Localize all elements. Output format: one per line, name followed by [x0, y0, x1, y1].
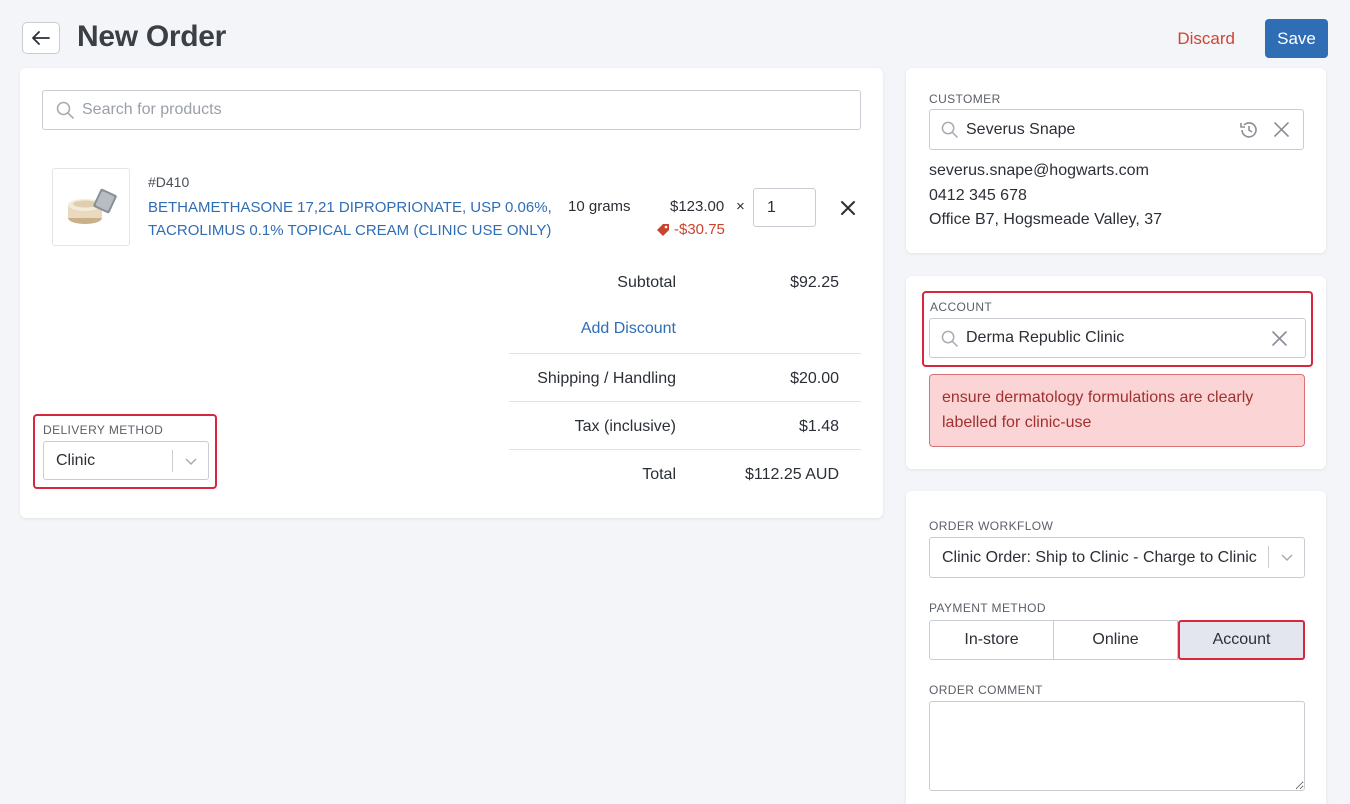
- shipping-label: Shipping / Handling: [537, 370, 676, 387]
- payment-online-button[interactable]: Online: [1054, 620, 1178, 660]
- customer-card: CUSTOMER Severus Snape severus.snape@hog…: [906, 68, 1326, 253]
- chevron-down-icon: [185, 458, 197, 466]
- clear-icon[interactable]: [1273, 121, 1290, 138]
- search-icon: [941, 121, 958, 138]
- add-discount-link[interactable]: Add Discount: [581, 320, 676, 338]
- add-discount-row: Add Discount: [509, 306, 861, 354]
- payment-account-button[interactable]: Account: [1178, 620, 1305, 660]
- order-workflow-value: Clinic Order: Ship to Clinic - Charge to…: [942, 548, 1257, 566]
- unit-price: $123.00: [670, 198, 725, 215]
- tax-row: Tax (inclusive) $1.48: [509, 402, 861, 450]
- alert-line2: labelled for clinic-use: [942, 413, 1092, 431]
- chevron-down-icon: [1281, 554, 1293, 562]
- order-workflow-label: ORDER WORKFLOW: [929, 519, 1054, 533]
- product-variant: 10 grams: [568, 198, 631, 215]
- quantity-input[interactable]: [753, 188, 816, 227]
- line-discount: -$30.75: [656, 221, 725, 238]
- customer-name: Severus Snape: [966, 120, 1076, 138]
- delivery-method-field: DELIVERY METHOD Clinic: [33, 414, 217, 489]
- select-separator: [1268, 546, 1269, 568]
- page-title: New Order: [77, 20, 227, 53]
- shipping-value: $20.00: [790, 370, 839, 387]
- multiply-sign: ×: [736, 198, 745, 215]
- account-label: ACCOUNT: [930, 300, 993, 314]
- customer-email: severus.snape@hogwarts.com: [929, 162, 1149, 179]
- save-button[interactable]: Save: [1265, 19, 1328, 58]
- order-comment-label: ORDER COMMENT: [929, 683, 1043, 697]
- product-name-line2: TACROLIMUS 0.1% TOPICAL CREAM (CLINIC US…: [148, 222, 552, 239]
- account-card: ACCOUNT Derma Republic Clinic ensure der…: [906, 276, 1326, 469]
- arrow-left-icon: [32, 31, 50, 45]
- payment-instore-button[interactable]: In-store: [929, 620, 1054, 660]
- delivery-method-value: Clinic: [56, 451, 96, 469]
- product-thumbnail: [52, 168, 130, 246]
- back-button[interactable]: [22, 22, 60, 54]
- tax-label: Tax (inclusive): [574, 418, 676, 435]
- order-items-card: Search for products #D410 BETHAMETHASONE…: [20, 68, 883, 518]
- remove-item-button[interactable]: [838, 198, 858, 218]
- discard-button[interactable]: Discard: [1177, 29, 1235, 49]
- cream-jar-image: [68, 188, 117, 224]
- subtotal-row: Subtotal $92.25: [509, 258, 861, 306]
- order-workflow-select[interactable]: Clinic Order: Ship to Clinic - Charge to…: [929, 537, 1305, 578]
- order-comment-textarea[interactable]: [929, 701, 1305, 791]
- customer-search-input[interactable]: Severus Snape: [929, 109, 1304, 150]
- order-totals: Subtotal $92.25 Add Discount Shipping / …: [509, 258, 861, 498]
- order-settings-card: ORDER WORKFLOW Clinic Order: Ship to Cli…: [906, 491, 1326, 804]
- product-name-link[interactable]: BETHAMETHASONE 17,21 DIPROPRIONATE, USP …: [148, 196, 558, 242]
- subtotal-value: $92.25: [790, 274, 839, 291]
- account-field: ACCOUNT Derma Republic Clinic: [922, 291, 1313, 367]
- subtotal-label: Subtotal: [617, 274, 676, 291]
- discount-amount: -$30.75: [674, 221, 725, 238]
- total-label: Total: [642, 466, 676, 483]
- delivery-method-label: DELIVERY METHOD: [43, 423, 164, 437]
- search-icon: [941, 330, 958, 347]
- tag-icon: [657, 223, 669, 236]
- close-icon: [841, 201, 855, 215]
- account-name: Derma Republic Clinic: [966, 329, 1125, 346]
- shipping-row: Shipping / Handling $20.00: [509, 354, 861, 402]
- delivery-method-select[interactable]: Clinic: [43, 441, 209, 480]
- history-icon[interactable]: [1238, 119, 1260, 141]
- product-name-line1: BETHAMETHASONE 17,21 DIPROPRIONATE, USP …: [148, 199, 552, 216]
- payment-method-label: PAYMENT METHOD: [929, 601, 1046, 615]
- total-value: $112.25 AUD: [745, 466, 839, 483]
- account-alert: ensure dermatology formulations are clea…: [929, 374, 1305, 447]
- page-header: New Order Discard Save: [20, 18, 1328, 60]
- product-sku: #D410: [148, 174, 190, 190]
- account-search-input[interactable]: Derma Republic Clinic: [929, 318, 1306, 358]
- customer-details: severus.snape@hogwarts.com 0412 345 678 …: [929, 159, 1162, 233]
- search-icon: [56, 101, 74, 119]
- clear-icon[interactable]: [1271, 330, 1288, 347]
- select-separator: [172, 450, 173, 472]
- customer-address: Office B7, Hogsmeade Valley, 37: [929, 211, 1163, 228]
- alert-line1: ensure dermatology formulations are clea…: [942, 389, 1254, 406]
- tax-value: $1.48: [798, 418, 839, 435]
- total-row: Total $112.25 AUD: [509, 450, 861, 498]
- product-search-input[interactable]: Search for products: [42, 90, 861, 130]
- customer-phone: 0412 345 678: [929, 186, 1027, 204]
- payment-method-group: In-store Online Account: [929, 620, 1305, 660]
- customer-label: CUSTOMER: [929, 92, 1001, 106]
- search-placeholder: Search for products: [82, 101, 222, 118]
